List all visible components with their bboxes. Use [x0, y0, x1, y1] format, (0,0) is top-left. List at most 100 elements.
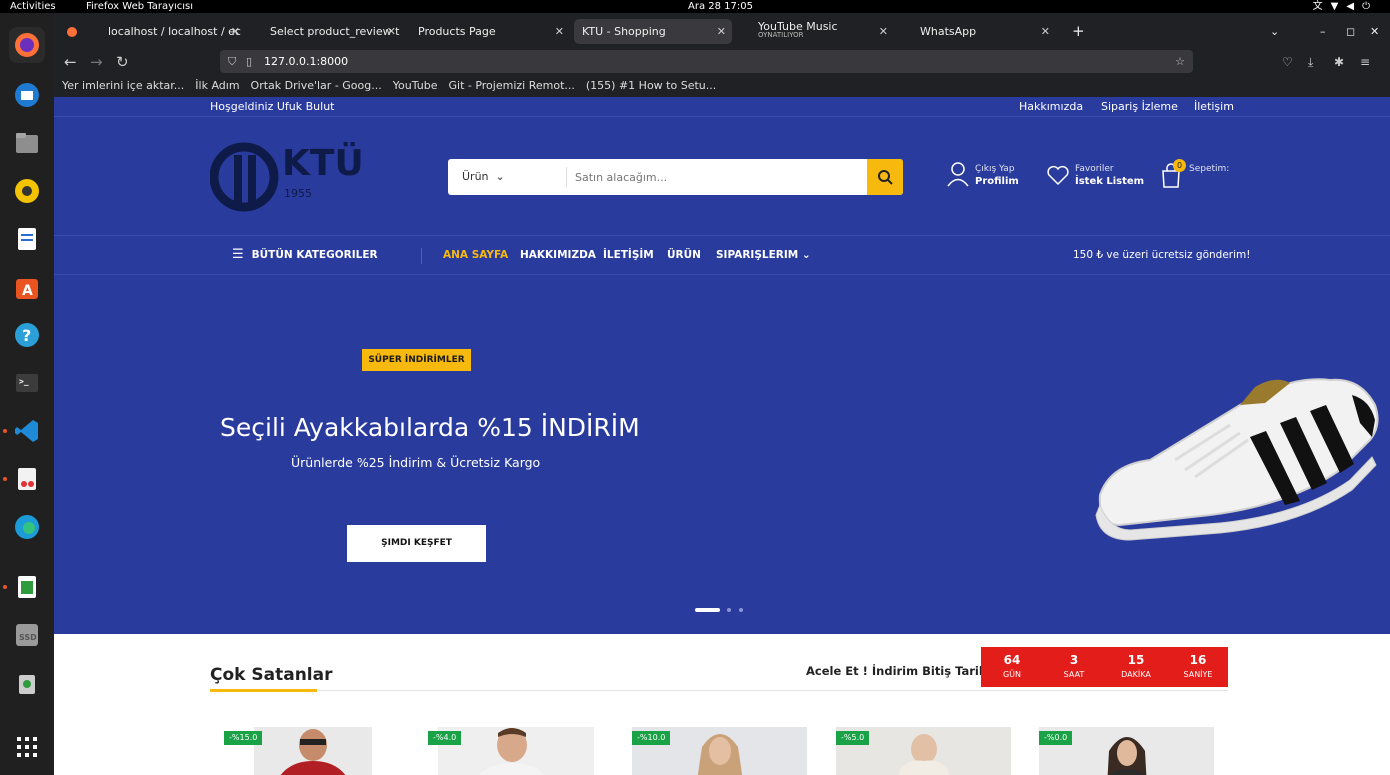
account-line2: Profilim — [975, 176, 1019, 187]
rhythmbox-icon[interactable] — [9, 173, 45, 209]
close-tab-icon[interactable]: ✕ — [717, 19, 726, 44]
system-tray[interactable]: 文▼◀⏻ — [1313, 0, 1378, 13]
running-indicator — [3, 429, 7, 433]
firefox-view-button[interactable] — [58, 19, 82, 44]
product-card[interactable]: -%4.0 — [428, 727, 594, 775]
menu-home[interactable]: ANA SAYFA — [443, 236, 508, 274]
all-categories-button[interactable]: ☰ BÜTÜN KATEGORILER — [232, 236, 378, 274]
show-apps-icon[interactable] — [9, 729, 45, 765]
product-card[interactable]: -%5.0 — [836, 727, 1011, 775]
bookmark-star-icon[interactable]: ☆ — [1175, 50, 1185, 73]
carousel-dot[interactable] — [727, 608, 731, 612]
menu-icon[interactable]: ≡ — [1360, 53, 1370, 71]
extensions-icon[interactable]: ✱ — [1334, 53, 1344, 71]
discount-badge: -%4.0 — [428, 731, 462, 745]
menu-orders[interactable]: SIPARIŞLERIM ⌄ — [716, 236, 811, 274]
web-page: Hoşgeldiniz Ufuk Bulut Hakkımızda Sipari… — [54, 97, 1390, 775]
clock[interactable]: Ara 28 17:05 — [688, 0, 753, 13]
close-tab-icon[interactable]: ✕ — [387, 19, 396, 44]
page-icon: ▯ — [246, 55, 253, 68]
list-tabs-icon[interactable]: ⌄ — [1262, 19, 1282, 44]
search-icon — [878, 170, 893, 185]
back-button[interactable]: ← — [64, 53, 77, 71]
close-tab-icon[interactable]: ✕ — [879, 19, 888, 44]
downloads-icon[interactable]: ⤓ — [1308, 53, 1313, 71]
hero-subtitle: Ürünlerde %25 İndirim & Ücretsiz Kargo — [291, 455, 541, 470]
best-sellers-title: Çok Satanlar — [210, 665, 333, 685]
translate-icon[interactable]: 文 — [1313, 1, 1331, 12]
svg-text:SSD: SSD — [19, 633, 37, 642]
bookmark-shared-drives[interactable]: Ortak Drive'lar - Goog... — [251, 75, 382, 97]
nav-divider — [421, 248, 422, 264]
tab-select-product-review[interactable]: Select product_review t ✕ — [250, 19, 402, 44]
tab-products-page[interactable]: Products Page ✕ — [410, 19, 570, 44]
app-menu[interactable]: Firefox Web Tarayıcısı — [86, 0, 193, 13]
bookmark-import[interactable]: Yer imlerini içe aktar... — [62, 75, 184, 97]
product-card[interactable]: -%0.0 — [1039, 727, 1214, 775]
search-button[interactable] — [867, 159, 903, 195]
product-card[interactable]: -%15.0 — [224, 727, 372, 775]
bookmark-git[interactable]: Git - Projemizi Remot... — [448, 75, 574, 97]
vscode-icon[interactable] — [9, 413, 45, 449]
files-icon[interactable] — [9, 125, 45, 161]
firefox-icon[interactable] — [9, 27, 45, 63]
pocket-icon[interactable]: ♡ — [1282, 53, 1293, 71]
minimize-button[interactable]: – — [1312, 19, 1332, 44]
link-order-tracking[interactable]: Sipariş İzleme — [1101, 97, 1178, 117]
thunderbird-icon[interactable] — [9, 77, 45, 113]
app-center-icon[interactable]: A — [9, 269, 45, 305]
terminal-icon[interactable]: >_ — [9, 365, 45, 401]
link-about[interactable]: Hakkımızda — [1019, 97, 1083, 117]
volume-icon: ◀ — [1346, 1, 1363, 12]
browser-window: localhost / localhost / ec ✕ Select produ… — [54, 13, 1390, 775]
menu-about[interactable]: HAKKIMIZDA — [520, 236, 596, 274]
close-window-button[interactable]: ✕ — [1362, 19, 1382, 44]
trash-icon[interactable] — [9, 665, 45, 701]
ssd-drive-icon[interactable]: SSD — [9, 617, 45, 653]
svg-text:A: A — [22, 283, 33, 299]
tab-youtube-music[interactable]: YouTube Music OYNATILIYOR ✕ — [738, 19, 894, 44]
bookmark-first-steps[interactable]: İlk Adım — [195, 75, 239, 97]
close-tab-icon[interactable]: ✕ — [1041, 19, 1050, 44]
search-category-select[interactable]: Ürün ⌄ — [462, 159, 505, 195]
url-bar[interactable]: ⛉ ▯ 127.0.0.1:8000 ☆ — [220, 50, 1193, 73]
carousel-dot[interactable] — [739, 608, 743, 612]
carousel-dot-active[interactable] — [695, 608, 720, 612]
deal-countdown-label: Acele Et ! İndirim Bitiş Tarihi: — [806, 664, 996, 678]
reload-button[interactable]: ↻ — [116, 53, 129, 71]
bookmark-how-to-setup[interactable]: (155) #1 How to Setu... — [586, 75, 716, 97]
help-icon[interactable]: ? — [9, 317, 45, 353]
menu-product[interactable]: ÜRÜN — [667, 236, 701, 274]
countdown-minutes: 15 DAKİKA — [1121, 653, 1151, 679]
tab-phpmyadmin[interactable]: localhost / localhost / ec ✕ — [86, 19, 246, 44]
close-tab-icon[interactable]: ✕ — [231, 19, 240, 44]
close-tab-icon[interactable]: ✕ — [555, 19, 564, 44]
search-input[interactable] — [566, 167, 856, 187]
cart-label: Sepetim: — [1189, 164, 1230, 174]
tab-whatsapp[interactable]: WhatsApp ✕ — [900, 19, 1056, 44]
site-logo[interactable]: KTÜ 1955 — [209, 141, 370, 213]
tab-ktu-shopping[interactable]: KTU - Shopping ✕ — [574, 19, 732, 44]
search-bar: Ürün ⌄ — [448, 159, 903, 195]
calc-icon[interactable] — [9, 569, 45, 605]
countdown-hours: 3 SAAT — [1063, 653, 1085, 679]
shipping-note: 150 ₺ ve üzeri ücretsiz gönderim! — [1073, 249, 1251, 261]
menu-contact[interactable]: İLETİŞİM — [603, 236, 654, 274]
new-tab-button[interactable]: + — [1064, 19, 1084, 44]
tab-bar: localhost / localhost / ec ✕ Select produ… — [54, 13, 1390, 49]
url-text[interactable]: 127.0.0.1:8000 — [264, 55, 348, 68]
hero-cta-button[interactable]: ŞIMDI KEŞFET — [347, 525, 486, 562]
activities-button[interactable]: Activities — [10, 0, 56, 13]
shield-icon[interactable]: ⛉ — [228, 50, 236, 73]
document-viewer-icon[interactable] — [9, 461, 45, 497]
edge-icon[interactable] — [9, 509, 45, 545]
discount-badge: -%5.0 — [836, 731, 870, 745]
link-contact[interactable]: İletişim — [1194, 97, 1234, 117]
product-card[interactable]: -%10.0 — [632, 727, 807, 775]
maximize-button[interactable]: ◻ — [1338, 19, 1358, 44]
writer-icon[interactable] — [9, 221, 45, 257]
forward-button[interactable]: → — [90, 53, 103, 71]
hero-title: Seçili Ayakkabılarda %15 İNDİRİM — [220, 413, 640, 442]
bookmark-youtube[interactable]: YouTube — [393, 75, 438, 97]
deal-countdown: 64 GÜN 3 SAAT 15 DAKİKA 16 SANİYE — [981, 647, 1228, 687]
